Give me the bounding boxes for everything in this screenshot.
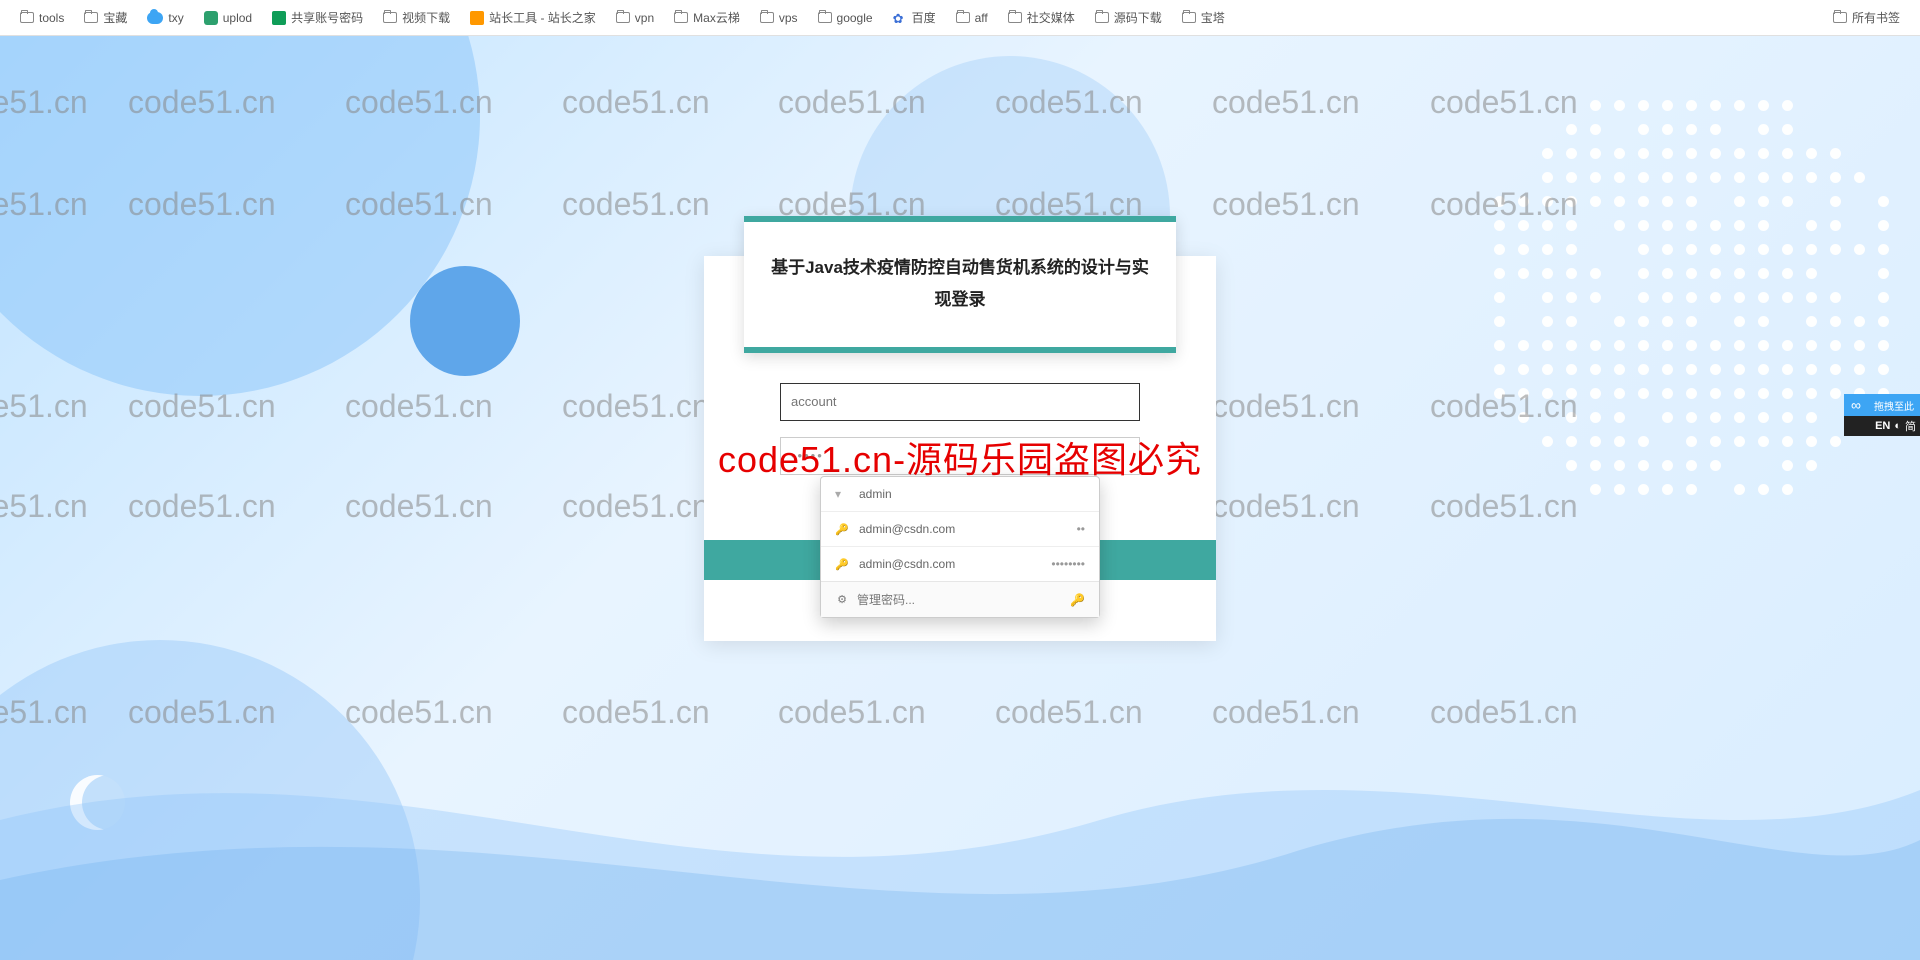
watermark-text: code51.cn [1212,186,1360,223]
bookmark-item[interactable]: tools [12,7,72,29]
bookmark-label: aff [975,11,988,25]
bookmark-label: uplod [223,11,252,25]
login-header: 基于Java技术疫情防控自动售货机系统的设计与实现登录 [744,216,1176,353]
gear-icon: ⚙ [835,593,849,607]
bookmark-item[interactable]: txy [139,7,191,29]
login-title: 基于Java技术疫情防控自动售货机系统的设计与实现登录 [764,252,1156,317]
bookmark-label: 站长工具 - 站长之家 [489,9,596,26]
key-icon: 🔑 [835,522,849,536]
bookmark-label: Max云梯 [693,9,740,26]
watermark-text: code51.cn [562,488,710,525]
chevron-down-icon: ▾ [835,487,849,501]
pw-username: admin@csdn.com [859,522,1067,536]
bookmark-label: 宝塔 [1201,9,1225,26]
manage-passwords-link[interactable]: ⚙ 管理密码... 🔑 [821,581,1099,617]
moon-icon: ◐ [1894,420,1901,432]
bookmark-item[interactable]: Max云梯 [666,5,748,30]
watermark-text: code51.cn [1212,388,1360,425]
pw-mask: •••••••• [1051,557,1085,571]
folder-icon [1182,12,1196,23]
upload-icon [204,11,218,25]
bookmark-label: 视频下载 [402,9,450,26]
folder-icon [1833,12,1847,23]
watermark-text: code51.cn [562,84,710,121]
cloud-sync-icon: ∞ [1844,397,1868,413]
watermark-text: code51.cn [1212,84,1360,121]
password-manager-dropdown: ▾ admin 🔑 admin@csdn.com •• 🔑 admin@csdn.com ••… [820,476,1100,618]
bookmark-label: txy [168,11,183,25]
bookmark-item[interactable]: 社交媒体 [1000,5,1083,30]
watermark-text: code51.cn [128,488,276,525]
bookmark-item[interactable]: ✿ 百度 [885,5,944,30]
cloud-icon [147,12,163,24]
folder-icon [674,12,688,23]
page-background: code51.cn code51.cn code51.cn code51.cn code… [0,36,1920,960]
watermark-text: code51.cn [345,388,493,425]
bookmark-item[interactable]: vps [752,7,806,29]
pw-username: admin [859,487,1085,501]
bookmark-item[interactable]: 视频下载 [375,5,458,30]
password-suggestion[interactable]: ▾ admin [821,477,1099,512]
bookmark-item[interactable]: aff [948,7,996,29]
bookmark-item[interactable]: 宝塔 [1174,5,1233,30]
watermark-text: code51.cn [0,388,88,425]
watermark-text: code51.cn [1212,488,1360,525]
folder-icon [956,12,970,23]
bookmark-item[interactable]: 宝藏 [76,5,135,30]
bookmark-label: 所有书签 [1852,9,1900,26]
folder-icon [1095,12,1109,23]
bookmark-item[interactable]: vpn [608,7,662,29]
username-input[interactable] [780,383,1140,421]
folder-icon [1008,12,1022,23]
watermark-text: code51.cn [0,488,88,525]
watermark-text: code51.cn [345,488,493,525]
pw-username: admin@csdn.com [859,557,1041,571]
pw-footer-label: 管理密码... [857,591,915,608]
tool-icon [470,11,484,25]
password-suggestion[interactable]: 🔑 admin@csdn.com •• [821,512,1099,547]
paw-icon: ✿ [893,11,907,25]
watermark-text: code51.cn [562,186,710,223]
key-icon: 🔑 [835,557,849,571]
bookmark-item[interactable]: 源码下载 [1087,5,1170,30]
key-icon: 🔑 [1070,593,1085,607]
bookmark-label: google [837,11,873,25]
folder-icon [383,12,397,23]
bookmark-label: 宝藏 [103,9,127,26]
bookmark-all[interactable]: 所有书签 [1825,5,1908,30]
bookmark-item[interactable]: 共享账号密码 [264,5,371,30]
folder-icon [818,12,832,23]
watermark-text: code51.cn [562,388,710,425]
folder-icon [616,12,630,23]
side-widget[interactable]: ∞ 拖拽至此 EN ◐ 简 [1844,394,1920,436]
folder-icon [760,12,774,23]
bookmark-label: 百度 [912,9,936,26]
sheets-icon [272,11,286,25]
bookmark-item[interactable]: uplod [196,7,260,29]
password-suggestion[interactable]: 🔑 admin@csdn.com •••••••• [821,547,1099,581]
drag-label: 拖拽至此 [1868,398,1920,413]
bookmark-label: tools [39,11,64,25]
bookmark-label: vps [779,11,798,25]
pw-mask: •• [1077,522,1085,536]
lang-en[interactable]: EN [1875,420,1890,432]
folder-icon [84,12,98,23]
bookmark-label: 共享账号密码 [291,9,363,26]
folder-icon [20,12,34,23]
lang-cn[interactable]: 简 [1905,418,1916,434]
bookmark-item[interactable]: google [810,7,881,29]
bookmark-label: 源码下载 [1114,9,1162,26]
bookmarks-bar: tools 宝藏 txy uplod 共享账号密码 视频下载 站长工具 - 站长之家 vpn M… [0,0,1920,36]
bookmark-item[interactable]: 站长工具 - 站长之家 [462,5,604,30]
password-input[interactable] [780,437,1140,475]
bookmark-label: vpn [635,11,654,25]
bookmark-label: 社交媒体 [1027,9,1075,26]
